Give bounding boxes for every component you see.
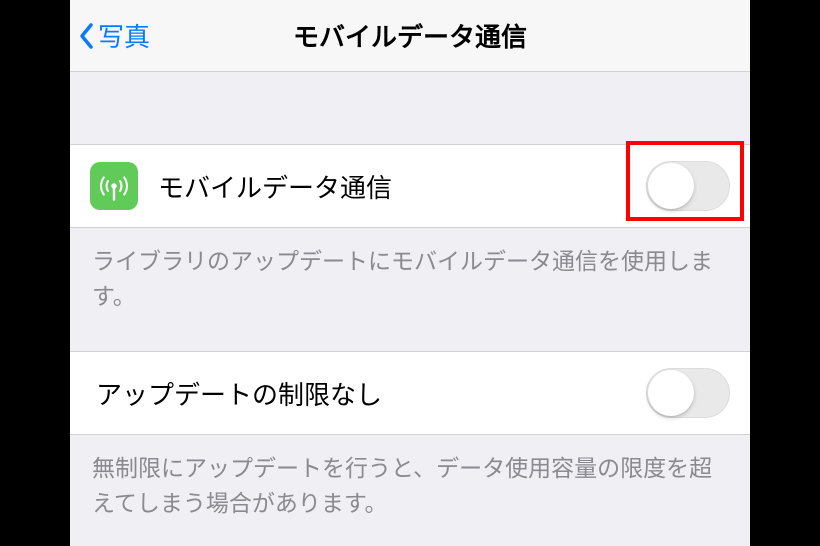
unlimited-updates-row[interactable]: アップデートの制限なし [70, 351, 750, 435]
page-title: モバイルデータ通信 [70, 17, 750, 54]
unlimited-footer-text: 無制限にアップデートを行うと、データ使用容量の限度を超えてしまう場合があります。 [70, 435, 750, 546]
cellular-data-label: モバイルデータ通信 [158, 168, 646, 205]
settings-screen: 写真 モバイルデータ通信 モバイルデータ通信 [70, 0, 750, 546]
toggle-knob [648, 163, 694, 209]
cellular-footer-text: ライブラリのアップデートにモバイルデータ通信を使用します。 [70, 228, 750, 339]
unlimited-updates-label: アップデートの制限なし [96, 375, 646, 412]
cellular-data-row[interactable]: モバイルデータ通信 [70, 144, 750, 228]
cellular-signal-icon [90, 162, 138, 210]
toggle-knob [648, 370, 694, 416]
back-label: 写真 [98, 17, 150, 54]
section-spacer [70, 72, 750, 144]
back-button[interactable]: 写真 [70, 17, 150, 54]
cellular-data-toggle[interactable] [646, 161, 730, 211]
section-spacer [70, 339, 750, 351]
unlimited-updates-toggle[interactable] [646, 368, 730, 418]
chevron-left-icon [78, 22, 94, 50]
cell-group-cellular: モバイルデータ通信 [70, 144, 750, 228]
navbar: 写真 モバイルデータ通信 [70, 0, 750, 72]
